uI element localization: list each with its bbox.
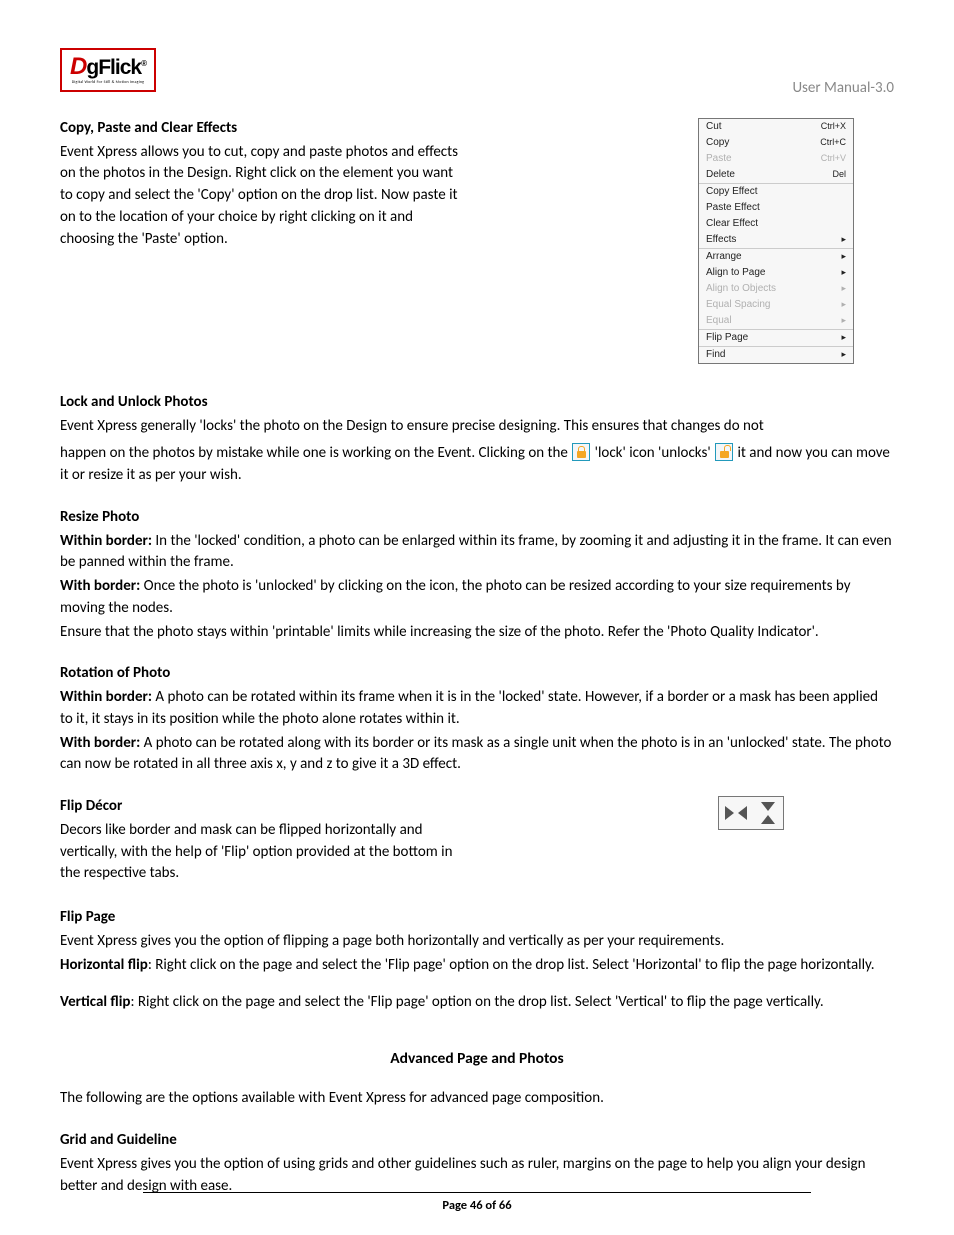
menu-item-label: Align to Page [706, 266, 766, 281]
submenu-arrow-icon: ▸ [841, 282, 846, 295]
flip-page-intro: Event Xpress gives you the option of fli… [60, 931, 894, 953]
menu-item[interactable]: Arrange ▸ [699, 249, 853, 265]
flip-h-label: Horizontal flip [60, 956, 148, 974]
menu-item-label: Effects [706, 233, 736, 248]
resize-within-body: In the 'locked' condition, a photo can b… [60, 532, 892, 572]
heading-resize: Resize Photo [60, 507, 894, 529]
menu-item: Equal ▸ [699, 313, 853, 329]
menu-item: Align to Objects ▸ [699, 281, 853, 297]
resize-within-label: Within border: [60, 532, 152, 550]
menu-item[interactable]: Align to Page ▸ [699, 265, 853, 281]
resize-within: Within border: In the 'locked' condition… [60, 531, 894, 575]
submenu-arrow-icon: ▸ [841, 233, 846, 246]
menu-item[interactable]: Cut Ctrl+X [699, 119, 853, 135]
logo-registered: ® [141, 59, 146, 68]
menu-item-label: Align to Objects [706, 282, 776, 297]
flip-icons-figure [718, 796, 784, 830]
heading-lock-unlock: Lock and Unlock Photos [60, 392, 894, 414]
body-lock-line1: Event Xpress generally 'locks' the photo… [60, 416, 894, 438]
menu-item[interactable]: Flip Page ▸ [699, 330, 853, 346]
context-menu: Cut Ctrl+X Copy Ctrl+C Paste Ctrl+V Delete Del C… [698, 118, 854, 364]
heading-flip-page: Flip Page [60, 907, 894, 929]
menu-item[interactable]: Paste Effect [699, 200, 853, 216]
menu-item-label: Copy Effect [706, 185, 758, 200]
heading-flip-decor: Flip Décor [60, 796, 470, 818]
flip-page-v: Vertical flip: Right click on the page a… [60, 992, 894, 1014]
rotation-within: Within border: A photo can be rotated wi… [60, 687, 894, 731]
footer-divider [143, 1192, 810, 1193]
flip-v-label: Vertical flip [60, 993, 130, 1011]
body-copy-effects: Event Xpress allows you to cut, copy and… [60, 142, 460, 251]
menu-item-label: Paste Effect [706, 201, 760, 216]
page-number: Page 46 of 66 [60, 1197, 894, 1215]
logo-letter-d: D [70, 53, 86, 80]
page-header: DgFlick® Digital World For Still & Motio… [60, 48, 894, 100]
body-flip-decor: Decors like border and mask can be flipp… [60, 820, 470, 885]
menu-item-label: Delete [706, 168, 735, 183]
heading-rotation: Rotation of Photo [60, 663, 894, 685]
logo: DgFlick® Digital World For Still & Motio… [60, 48, 156, 92]
menu-item-label: Cut [706, 120, 722, 135]
rotation-within-label: Within border: [60, 688, 152, 706]
body-lock-line2: happen on the photos by mistake while on… [60, 443, 894, 487]
submenu-arrow-icon: ▸ [841, 250, 846, 263]
menu-item: Paste Ctrl+V [699, 151, 853, 167]
lock-text-a: happen on the photos by mistake while on… [60, 444, 571, 462]
menu-item[interactable]: Find ▸ [699, 347, 853, 363]
lock-icon [572, 443, 590, 461]
resize-ensure: Ensure that the photo stays within 'prin… [60, 622, 894, 644]
menu-item-label: Find [706, 348, 725, 363]
rotation-with-body: A photo can be rotated along with its bo… [60, 734, 891, 774]
advanced-intro: The following are the options available … [60, 1088, 894, 1110]
submenu-arrow-icon: ▸ [841, 331, 846, 344]
menu-item-label: Arrange [706, 250, 742, 265]
submenu-arrow-icon: ▸ [841, 266, 846, 279]
menu-item[interactable]: Clear Effect [699, 216, 853, 232]
flip-v-body: : Right click on the page and select the… [130, 993, 823, 1011]
resize-with-body: Once the photo is 'unlocked' by clicking… [60, 577, 851, 617]
menu-item-label: Flip Page [706, 331, 748, 346]
submenu-arrow-icon: ▸ [841, 314, 846, 327]
menu-shortcut: Del [832, 168, 846, 181]
rotation-within-body: A photo can be rotated within its frame … [60, 688, 878, 728]
menu-item-label: Equal Spacing [706, 298, 771, 313]
flip-page-h: Horizontal flip: Right click on the page… [60, 955, 894, 977]
unlock-icon [715, 443, 733, 461]
menu-shortcut: Ctrl+C [820, 136, 846, 149]
flip-vertical-icon [759, 802, 777, 824]
resize-with-label: With border: [60, 577, 140, 595]
menu-item[interactable]: Copy Effect [699, 184, 853, 200]
menu-item-label: Paste [706, 152, 732, 167]
menu-item: Equal Spacing ▸ [699, 297, 853, 313]
heading-grid: Grid and Guideline [60, 1130, 894, 1152]
menu-item[interactable]: Copy Ctrl+C [699, 135, 853, 151]
rotation-with: With border: A photo can be rotated alon… [60, 733, 894, 777]
flip-horizontal-icon [725, 804, 747, 822]
submenu-arrow-icon: ▸ [841, 348, 846, 361]
menu-shortcut: Ctrl+X [821, 120, 846, 133]
manual-version-label: User Manual-3.0 [792, 78, 894, 100]
logo-text-rest: gFlick [86, 56, 141, 79]
menu-item[interactable]: Delete Del [699, 167, 853, 183]
menu-item-label: Clear Effect [706, 217, 758, 232]
submenu-arrow-icon: ▸ [841, 298, 846, 311]
heading-copy-effects: Copy, Paste and Clear Effects [60, 118, 460, 140]
menu-shortcut: Ctrl+V [821, 152, 846, 165]
page-footer: Page 46 of 66 [60, 1192, 894, 1215]
heading-advanced: Advanced Page and Photos [60, 1048, 894, 1070]
menu-item[interactable]: Effects ▸ [699, 232, 853, 248]
flip-h-body: : Right click on the page and select the… [148, 956, 875, 974]
menu-item-label: Copy [706, 136, 729, 151]
resize-with: With border: Once the photo is 'unlocked… [60, 576, 894, 620]
rotation-with-label: With border: [60, 734, 140, 752]
menu-item-label: Equal [706, 314, 732, 329]
lock-text-b: 'lock' icon 'unlocks' [591, 444, 714, 462]
logo-tagline: Digital World For Still & Motion Imaging [72, 81, 145, 85]
